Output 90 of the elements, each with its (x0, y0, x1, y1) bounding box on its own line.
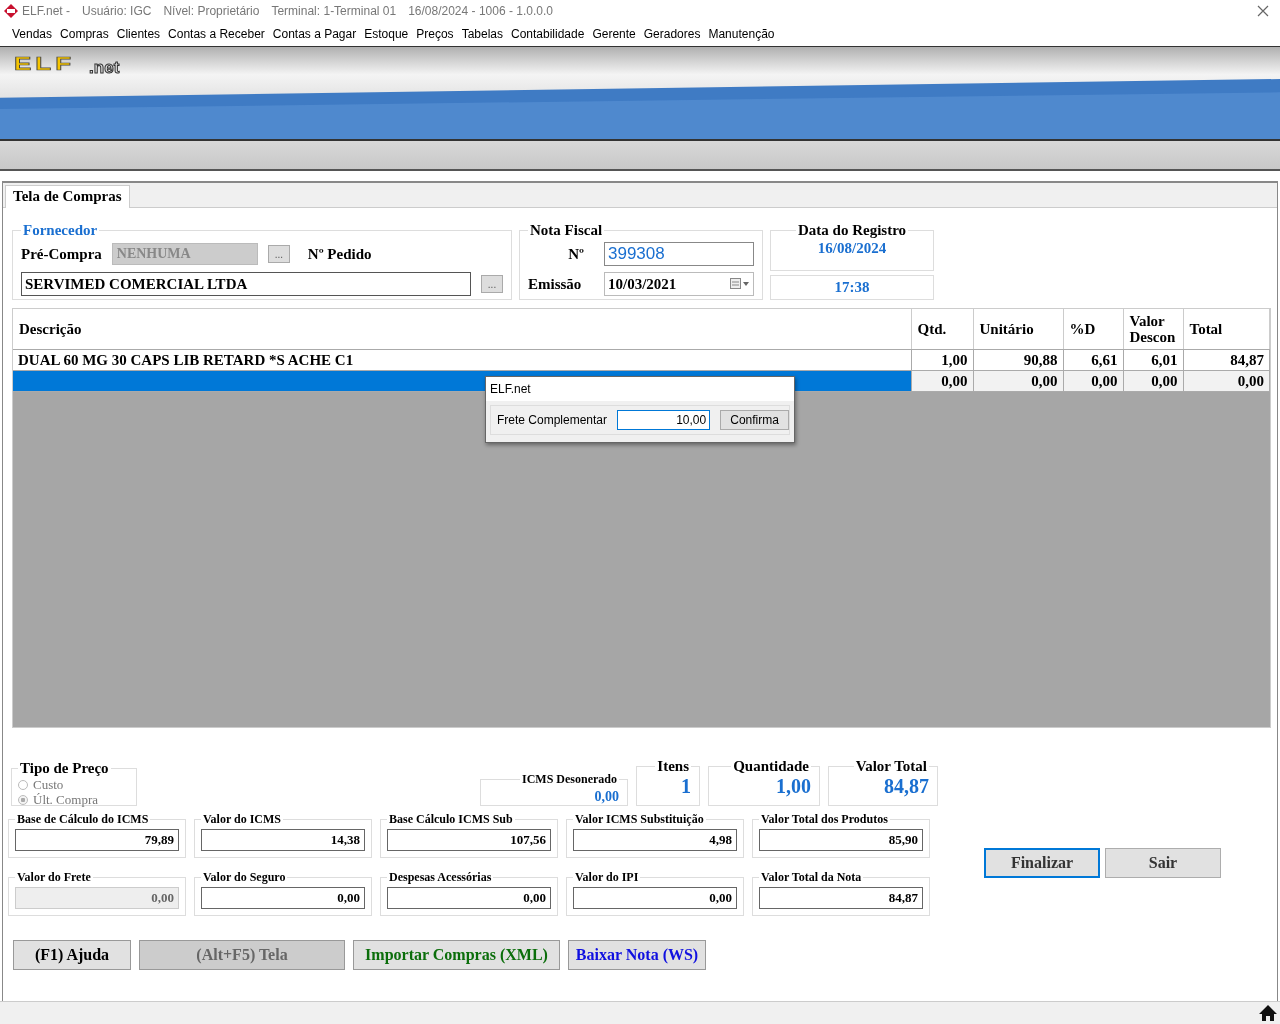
version-info: 16/08/2024 - 1006 - 1.0.0.0 (408, 4, 553, 18)
value-field[interactable]: 84,87 (759, 887, 923, 909)
invoice-number-field[interactable]: 399308 (604, 242, 754, 266)
menu-item[interactable]: Clientes (116, 27, 161, 41)
radio-label: Custo (33, 776, 64, 793)
group-title: Valor ICMS Substituição (574, 812, 705, 827)
menu-item[interactable]: Contas a Pagar (272, 27, 357, 41)
toolbar-button[interactable]: Importar Compras (XML) (353, 940, 560, 970)
field-label: Emissão (528, 275, 583, 293)
user-label: Usuário: IGC (82, 4, 152, 18)
column-header[interactable]: Total (1183, 309, 1270, 350)
menu-item[interactable]: Contas a Receber (168, 27, 265, 41)
menu-item[interactable]: Compras (60, 27, 109, 41)
field-label: Nº Pedido (307, 245, 372, 263)
field-label: Frete Complementar (497, 413, 608, 427)
confirm-button[interactable]: Confirma (720, 410, 789, 430)
value-field[interactable]: 107,56 (387, 829, 551, 851)
action-button[interactable]: Finalizar (984, 848, 1100, 878)
total-value: 1 (681, 775, 691, 797)
column-header[interactable]: Valor Descon (1123, 309, 1183, 350)
tab[interactable]: Tela de Compras (5, 185, 130, 208)
group-title: ICMS Desonerado (521, 772, 618, 787)
group-title: Valor do Seguro (202, 870, 287, 885)
toolbar-button[interactable]: (F1) Ajuda (13, 940, 131, 970)
registration-date: 16/08/2024 (817, 240, 887, 256)
group-title: Valor do IPI (574, 870, 640, 885)
total-value: 1,00 (776, 775, 811, 797)
group-title: Valor Total (854, 758, 928, 775)
value-field[interactable]: 85,90 (759, 829, 923, 851)
menu-item[interactable]: Contabilidade (511, 27, 585, 41)
menu-item[interactable]: Manutenção (708, 27, 775, 41)
menu-item[interactable]: Tabelas (461, 27, 503, 41)
registration-time: 17:38 (770, 274, 934, 300)
logo-text: ELF (14, 53, 76, 76)
value-field[interactable]: 14,38 (201, 829, 365, 851)
app-title: ELF.net - (22, 4, 71, 18)
toolbar-button[interactable]: Baixar Nota (WS) (568, 940, 706, 970)
table-cell: 90,88 (973, 349, 1063, 371)
level-label: Nível: Proprietário (163, 4, 260, 18)
column-header[interactable]: Descrição (13, 309, 911, 350)
group-title: Valor Total dos Produtos (760, 812, 889, 827)
logo-suffix: .net (89, 58, 120, 78)
calendar-icon[interactable] (730, 278, 750, 290)
group-title: Base de Cálculo do ICMS (16, 812, 150, 827)
browse-button[interactable]: ... (481, 275, 503, 293)
app-logo-icon (4, 4, 18, 18)
close-icon[interactable] (1257, 5, 1269, 17)
table-row[interactable]: DUAL 60 MG 30 CAPS LIB RETARD *S ACHE C1 1,00 90,88 6,61 6,01 84,87 (13, 349, 1270, 371)
value-field[interactable]: 4,98 (573, 829, 737, 851)
total-value: 84,87 (884, 775, 929, 797)
field-label: Nº (567, 245, 585, 263)
group-title: Nota Fiscal (529, 222, 604, 239)
menu-item[interactable]: Vendas (12, 27, 53, 41)
date-picker[interactable]: 10/03/2021 (604, 272, 754, 296)
group-title: Itens (656, 758, 690, 775)
column-header[interactable]: %D (1063, 309, 1123, 350)
radio-label: Últ. Compra (33, 791, 98, 808)
group-title: Data do Registro (796, 222, 907, 239)
group-title: Valor do ICMS (202, 812, 283, 827)
table-cell: 84,87 (1183, 349, 1270, 371)
menu-item[interactable]: Preços (416, 27, 454, 41)
action-button[interactable]: Sair (1105, 848, 1221, 878)
menu-item[interactable]: Estoque (364, 27, 409, 41)
value-field[interactable]: 0,00 (387, 887, 551, 909)
group-title: Valor do Frete (16, 870, 92, 885)
group-title: Tipo de Preço (19, 760, 110, 777)
menu-item[interactable]: Gerente (592, 27, 636, 41)
supplier-field[interactable]: SERVIMED COMERCIAL LTDA (21, 272, 471, 296)
group-title: Valor Total da Nota (760, 870, 863, 885)
dialog-title: ELF.net (486, 377, 794, 401)
group-title: Fornecedor (22, 222, 99, 239)
table-cell: 6,61 (1063, 349, 1123, 371)
freight-input[interactable]: 10,00 (617, 410, 711, 430)
group-title: Despesas Acessórias (388, 870, 493, 885)
table-cell: DUAL 60 MG 30 CAPS LIB RETARD *S ACHE C1 (13, 349, 911, 371)
column-header[interactable]: Qtd. (911, 309, 973, 350)
value-field[interactable]: 79,89 (15, 829, 179, 851)
icms-value: 0,00 (594, 789, 619, 804)
terminal-label: Terminal: 1-Terminal 01 (271, 4, 397, 18)
group-title: Quantidade (732, 758, 810, 775)
menu-item[interactable]: Geradores (643, 27, 701, 41)
table-cell: 6,01 (1123, 349, 1183, 371)
table-cell: 1,00 (911, 349, 973, 371)
value-field[interactable]: 0,00 (201, 887, 365, 909)
browse-button[interactable]: ... (267, 245, 290, 263)
column-header[interactable]: Unitário (973, 309, 1063, 350)
home-icon[interactable] (1258, 1004, 1278, 1022)
group-title: Base Cálculo ICMS Sub (388, 812, 514, 827)
value-field[interactable]: 0,00 (573, 887, 737, 909)
field-label: Pré-Compra (21, 245, 102, 263)
